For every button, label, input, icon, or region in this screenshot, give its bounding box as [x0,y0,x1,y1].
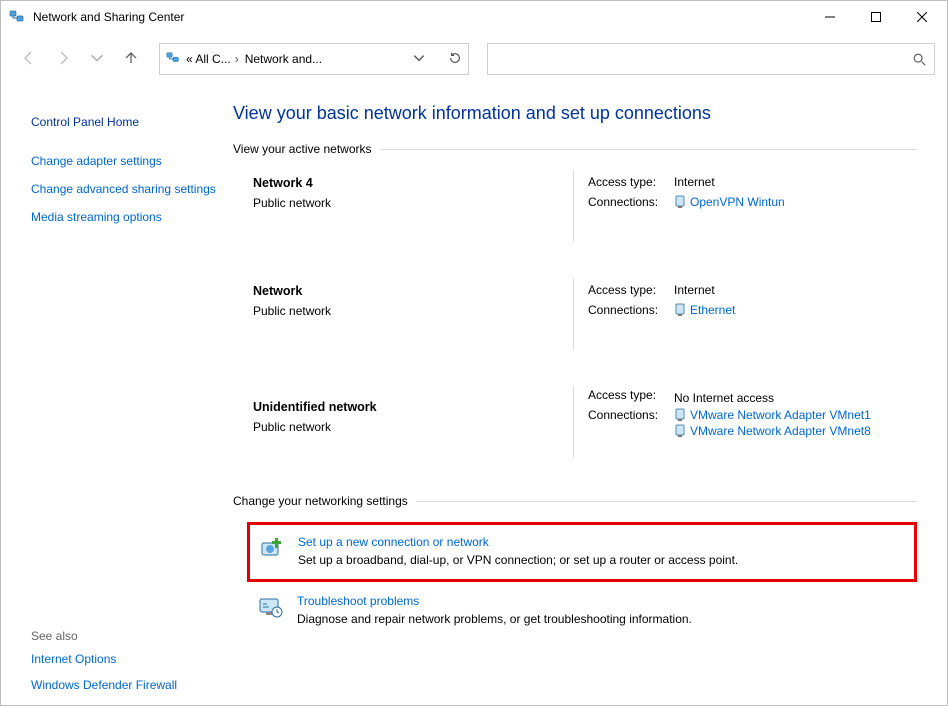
sidebar-link-adapter-settings[interactable]: Change adapter settings [31,151,221,171]
network-entry: Unidentified network Public network Acce… [253,386,917,458]
access-type-label: Access type: [588,175,674,189]
toolbar: « All C... › Network and... [1,33,947,85]
nic-icon [674,303,686,317]
access-type-value: Internet [674,175,715,189]
connection-link[interactable]: OpenVPN Wintun [674,195,785,209]
network-name: Network [253,284,573,298]
change-settings-header: Change your networking settings [233,494,917,508]
connections-label: Connections: [588,303,674,317]
sidebar-link-media-streaming[interactable]: Media streaming options [31,207,221,227]
network-type: Public network [253,304,573,318]
breadcrumb-current[interactable]: Network and... [245,52,322,66]
troubleshoot-icon [257,594,285,622]
search-box[interactable] [487,43,935,75]
nav-back-button[interactable] [21,50,37,69]
nic-icon [674,424,686,438]
nav-forward-button[interactable] [55,50,71,69]
nav-up-button[interactable] [123,50,139,69]
app-icon [9,9,25,25]
minimize-button[interactable] [807,2,853,32]
breadcrumb-root[interactable]: « All C... [186,52,231,66]
main-panel: View your basic network information and … [233,85,947,705]
troubleshoot-link[interactable]: Troubleshoot problems [297,594,419,608]
address-icon [166,51,180,68]
access-type-label: Access type: [588,388,674,402]
setup-connection-icon [258,535,286,563]
sidebar-link-advanced-sharing[interactable]: Change advanced sharing settings [31,179,221,199]
maximize-button[interactable] [853,2,899,32]
see-also-label: See also [31,629,177,643]
nav-recent-button[interactable] [89,50,105,69]
access-type-value: No Internet access [674,391,774,405]
nic-icon [674,408,686,422]
connection-link[interactable]: VMware Network Adapter VMnet1 [674,408,871,422]
network-name: Network 4 [253,176,573,190]
see-also-windows-firewall[interactable]: Windows Defender Firewall [31,675,177,695]
page-heading: View your basic network information and … [233,103,917,124]
access-type-value: Internet [674,283,715,297]
troubleshoot-desc: Diagnose and repair network problems, or… [297,612,692,626]
control-panel-home-link[interactable]: Control Panel Home [31,115,221,129]
nic-icon [674,195,686,209]
network-type: Public network [253,420,573,434]
nav-arrows [21,50,139,69]
network-entry: Network Public network Access type: Inte… [253,278,917,350]
search-icon [912,52,926,66]
setup-connection-item[interactable]: Set up a new connection or network Set u… [254,531,908,571]
network-type: Public network [253,196,573,210]
address-history-button[interactable] [412,51,426,68]
see-also-section: See also Internet Options Windows Defend… [31,629,177,695]
connection-link[interactable]: VMware Network Adapter VMnet8 [674,424,871,438]
active-networks-header: View your active networks [233,142,917,156]
window-title: Network and Sharing Center [33,10,184,24]
titlebar: Network and Sharing Center [1,1,947,33]
chevron-right-icon: › [235,52,239,66]
address-bar[interactable]: « All C... › Network and... [159,43,469,75]
connections-label: Connections: [588,408,674,422]
connection-link[interactable]: Ethernet [674,303,735,317]
refresh-button[interactable] [448,51,462,68]
network-name: Unidentified network [253,400,573,414]
access-type-label: Access type: [588,283,674,297]
connections-label: Connections: [588,195,674,209]
troubleshoot-item[interactable]: Troubleshoot problems Diagnose and repai… [253,590,917,630]
see-also-internet-options[interactable]: Internet Options [31,649,177,669]
sidebar: Control Panel Home Change adapter settin… [1,85,233,705]
content-area: Control Panel Home Change adapter settin… [1,85,947,705]
highlight-box: Set up a new connection or network Set u… [247,522,917,582]
network-entry: Network 4 Public network Access type: In… [253,170,917,242]
search-input[interactable] [496,51,912,67]
setup-connection-link[interactable]: Set up a new connection or network [298,535,489,549]
close-button[interactable] [899,2,945,32]
setup-connection-desc: Set up a broadband, dial-up, or VPN conn… [298,553,738,567]
